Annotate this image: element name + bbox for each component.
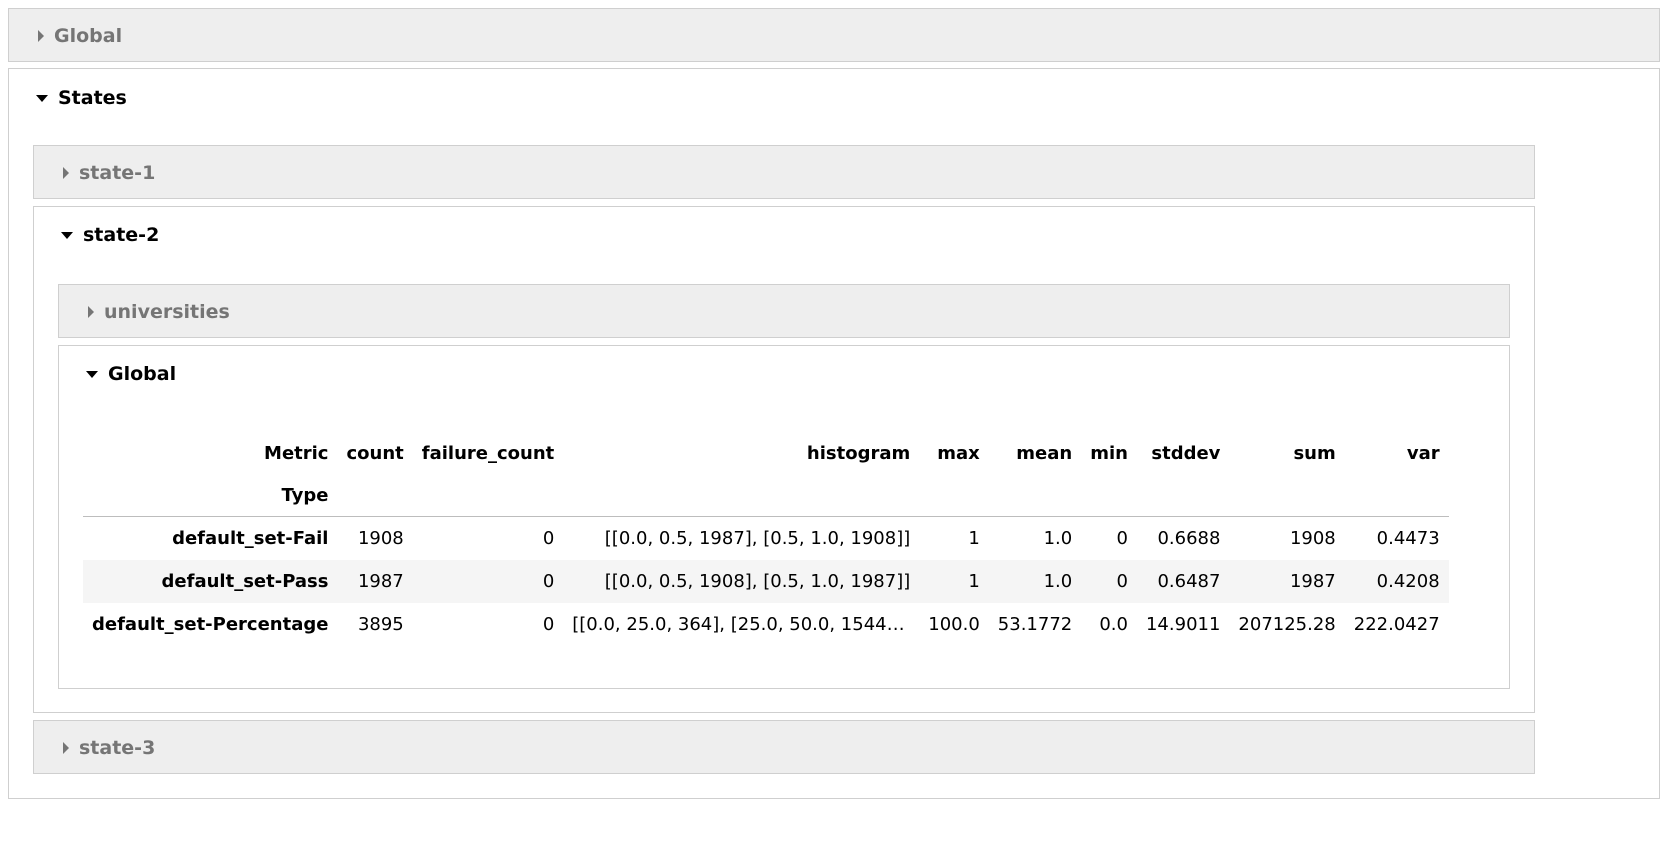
failure-count-cell: 0: [542, 527, 555, 549]
state-2-title: state-2: [83, 224, 160, 246]
state-2-header[interactable]: state-2: [61, 224, 159, 246]
column-header: mean: [1016, 442, 1073, 464]
column-header: var: [1406, 442, 1440, 464]
caret-right-icon: [63, 742, 69, 754]
column-header: failure_count: [421, 442, 555, 464]
histogram-cell: [[0.0, 0.5, 1987], [0.5, 1.0, 1908]]: [604, 527, 911, 549]
sum-cell: 1908: [1289, 527, 1336, 549]
column-header: sum: [1293, 442, 1336, 464]
failure-count-cell: 0: [542, 570, 555, 592]
row-label: default_set-Pass: [161, 570, 329, 592]
count-cell: 1987: [357, 570, 404, 592]
states-panel-title: States: [58, 87, 127, 109]
state-1-header[interactable]: state-1: [63, 162, 155, 184]
states-panel-header[interactable]: States: [36, 87, 127, 109]
index-header: Metric: [264, 442, 329, 464]
caret-down-icon: [86, 370, 98, 378]
global-panel-title: Global: [54, 25, 123, 47]
min-cell: 0.0: [1099, 613, 1128, 635]
row-label: default_set-Fail: [172, 527, 329, 549]
min-cell: 0: [1116, 570, 1128, 592]
column-header: min: [1090, 442, 1128, 464]
var-cell: 222.0427: [1353, 613, 1440, 635]
table-header-row: Metric count failure_count histogram max…: [83, 432, 1449, 474]
caret-right-icon: [63, 167, 69, 179]
failure-count-cell: 0: [542, 613, 555, 635]
histogram-cell: [[0.0, 0.5, 1908], [0.5, 1.0, 1987]]: [604, 570, 911, 592]
state-3-header[interactable]: state-3: [63, 737, 155, 759]
sum-cell: 207125.28: [1238, 613, 1336, 635]
global-panel: Global: [8, 8, 1660, 62]
max-cell: 100.0: [928, 613, 980, 635]
stddev-cell: 0.6688: [1157, 527, 1221, 549]
count-cell: 1908: [357, 527, 404, 549]
caret-right-icon: [88, 306, 94, 318]
state-3-title: state-3: [79, 737, 156, 759]
table-subheader-row: Type: [83, 474, 1449, 517]
stddev-cell: 14.9011: [1145, 613, 1221, 635]
caret-down-icon: [36, 94, 48, 102]
table-row: default_set-Fail 1908 0 [[0.0, 0.5, 1987…: [83, 517, 1449, 560]
column-header: stddev: [1151, 442, 1221, 464]
metrics-table: Metric count failure_count histogram max…: [83, 432, 1449, 646]
count-cell: 3895: [357, 613, 404, 635]
caret-right-icon: [38, 30, 44, 42]
row-label: default_set-Percentage: [92, 613, 329, 635]
index-subheader: Type: [281, 484, 329, 506]
column-header: histogram: [806, 442, 911, 464]
table-row: default_set-Percentage 3895 0 [[0.0, 25.…: [83, 603, 1449, 646]
global-panel-header[interactable]: Global: [38, 25, 122, 47]
caret-down-icon: [61, 231, 73, 239]
sum-cell: 1987: [1289, 570, 1336, 592]
universities-title: universities: [104, 301, 230, 323]
mean-cell: 1.0: [1043, 527, 1073, 549]
global-inner-header[interactable]: Global: [86, 363, 176, 385]
max-cell: 1: [968, 527, 980, 549]
universities-header[interactable]: universities: [88, 301, 230, 323]
var-cell: 0.4473: [1376, 527, 1440, 549]
min-cell: 0: [1116, 527, 1128, 549]
state-1-panel: state-1: [33, 145, 1535, 199]
var-cell: 0.4208: [1376, 570, 1440, 592]
state-3-panel: state-3: [33, 720, 1535, 774]
state-1-title: state-1: [79, 162, 156, 184]
mean-cell: 1.0: [1043, 570, 1073, 592]
global-inner-title: Global: [108, 363, 177, 385]
column-header: count: [346, 442, 404, 464]
universities-panel: universities: [58, 284, 1510, 338]
table-row: default_set-Pass 1987 0 [[0.0, 0.5, 1908…: [83, 559, 1449, 603]
column-header: max: [937, 442, 980, 464]
mean-cell: 53.1772: [997, 613, 1073, 635]
max-cell: 1: [968, 570, 980, 592]
histogram-cell: [[0.0, 25.0, 364], [25.0, 50.0, 1544], […: [572, 613, 919, 635]
stddev-cell: 0.6487: [1157, 570, 1221, 592]
